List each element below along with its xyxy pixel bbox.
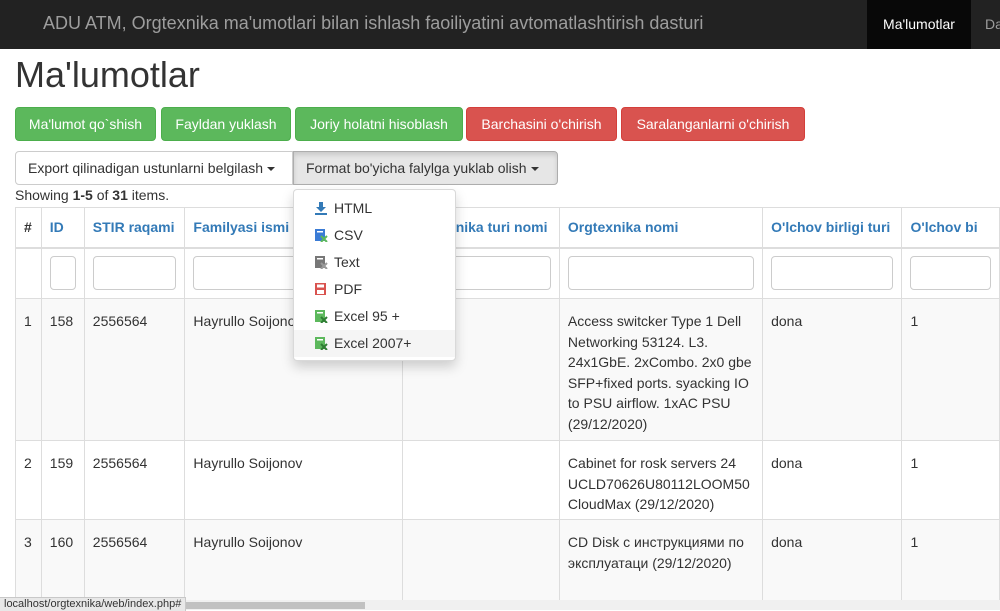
export-pdf-item[interactable]: PDF [294, 276, 455, 303]
filter-cell [40, 247, 85, 299]
table-row[interactable]: 2 159 2556564 Hayrullo Soijonov Cabinet … [15, 440, 1000, 520]
cell-type [401, 440, 560, 520]
file-excel-icon [315, 310, 328, 323]
navbar: ADU ATM, Orgtexnika ma'umotlari bilan is… [0, 0, 1000, 49]
cell-unit: 1 [901, 440, 1000, 520]
export-excel95-item[interactable]: Excel 95 + [294, 303, 455, 330]
navbar-brand[interactable]: ADU ATM, Orgtexnika ma'umotlari bilan is… [43, 13, 703, 34]
file-pdf-icon [315, 283, 326, 295]
cell-index: 3 [15, 519, 42, 610]
cell-stir: 2556564 [83, 440, 186, 520]
column-header-index: # [15, 207, 42, 249]
filter-row [15, 247, 1000, 299]
filter-cell [15, 247, 42, 299]
cell-stir: 2556564 [83, 519, 186, 610]
table-row[interactable]: 3 160 2556564 Hayrullo Soijonov CD Disk … [15, 519, 1000, 610]
filter-input-orgtexnika-name[interactable] [567, 256, 755, 291]
cell-unit: 1 [901, 298, 1000, 441]
filter-cell [558, 247, 764, 299]
filter-cell [762, 247, 903, 299]
export-excel2007-item[interactable]: Excel 2007+ [294, 330, 455, 357]
cell-index: 1 [15, 298, 42, 441]
filter-cell [83, 247, 186, 299]
add-record-button[interactable]: Ma'lumot qo`shish [15, 107, 156, 141]
table-row[interactable]: 1 158 2556564 Hayrullo Soijonov Access s… [15, 298, 1000, 441]
export-columns-button[interactable]: Export qilinadigan ustunlarni belgilash [15, 151, 293, 185]
cell-index: 2 [15, 440, 42, 520]
delete-all-button[interactable]: Barchasini o'chirish [466, 107, 617, 141]
filter-input-id[interactable] [49, 256, 76, 291]
calculate-status-button[interactable]: Joriy holatni hisoblash [295, 107, 463, 141]
file-excel-icon [315, 337, 328, 350]
export-format-menu: HTML CSV Text PDF Excel 95 + Excel 2007+ [293, 189, 456, 361]
filter-input-stir[interactable] [92, 256, 177, 291]
nav-item-malumotlar[interactable]: Ma'lumotlar [867, 0, 971, 49]
cell-name: Hayrullo Soijonov [184, 519, 403, 610]
cell-unit-type: dona [762, 519, 903, 610]
column-header-id[interactable]: ID [40, 207, 85, 249]
filter-input-unit[interactable] [910, 256, 991, 291]
export-html-item[interactable]: HTML [294, 195, 455, 222]
nav-item-next[interactable]: Da [971, 0, 1000, 49]
cell-id: 160 [40, 519, 85, 610]
cell-orgtexnika-name: Cabinet for rosk servers 24 UCLD70626U80… [558, 440, 764, 520]
file-csv-icon [315, 229, 328, 242]
cell-orgtexnika-name: CD Disk с инструкциями по эксплуатаци (2… [558, 519, 764, 610]
cell-unit-type: dona [762, 298, 903, 441]
column-header-unit-type[interactable]: O'lchov birligi turi [762, 207, 903, 249]
caret-down-icon [530, 167, 539, 172]
table-header-row: # ID STIR raqami Familyasi ismi Orgtexni… [15, 207, 1000, 249]
caret-down-icon [267, 167, 276, 172]
export-csv-item[interactable]: CSV [294, 222, 455, 249]
data-table: # ID STIR raqami Familyasi ismi Orgtexni… [15, 207, 1000, 610]
export-text-item[interactable]: Text [294, 249, 455, 276]
cell-orgtexnika-name: Access switcker Type 1 Dell Networking 5… [558, 298, 764, 441]
download-icon [315, 202, 327, 215]
export-columns-label: Export qilinadigan ustunlarni belgilash [28, 160, 264, 176]
export-format-label: Format bo'yicha falylga yuklab olish [306, 160, 527, 176]
column-header-stir[interactable]: STIR raqami [83, 207, 186, 249]
page-title: Ma'lumotlar [15, 54, 200, 95]
summary-text: Showing 1-5 of 31 items. [15, 187, 170, 203]
export-format-button[interactable]: Format bo'yicha falylga yuklab olish [293, 151, 558, 185]
cell-name: Hayrullo Soijonov [184, 440, 403, 520]
column-header-unit[interactable]: O'lchov bi [901, 207, 1000, 249]
file-text-icon [315, 256, 328, 269]
cell-id: 159 [40, 440, 85, 520]
cell-unit-type: dona [762, 440, 903, 520]
delete-selected-button[interactable]: Saralanganlarni o'chirish [621, 107, 805, 141]
filter-input-unit-type[interactable] [771, 256, 894, 291]
filter-cell [901, 247, 1000, 299]
column-header-orgtexnika-name[interactable]: Orgtexnika nomi [558, 207, 764, 249]
cell-unit: 1 [901, 519, 1000, 610]
cell-stir: 2556564 [83, 298, 186, 441]
status-url: localhost/orgtexnika/web/index.php# [0, 597, 187, 611]
cell-type [401, 519, 560, 610]
upload-file-button[interactable]: Fayldan yuklash [161, 107, 291, 141]
cell-id: 158 [40, 298, 85, 441]
